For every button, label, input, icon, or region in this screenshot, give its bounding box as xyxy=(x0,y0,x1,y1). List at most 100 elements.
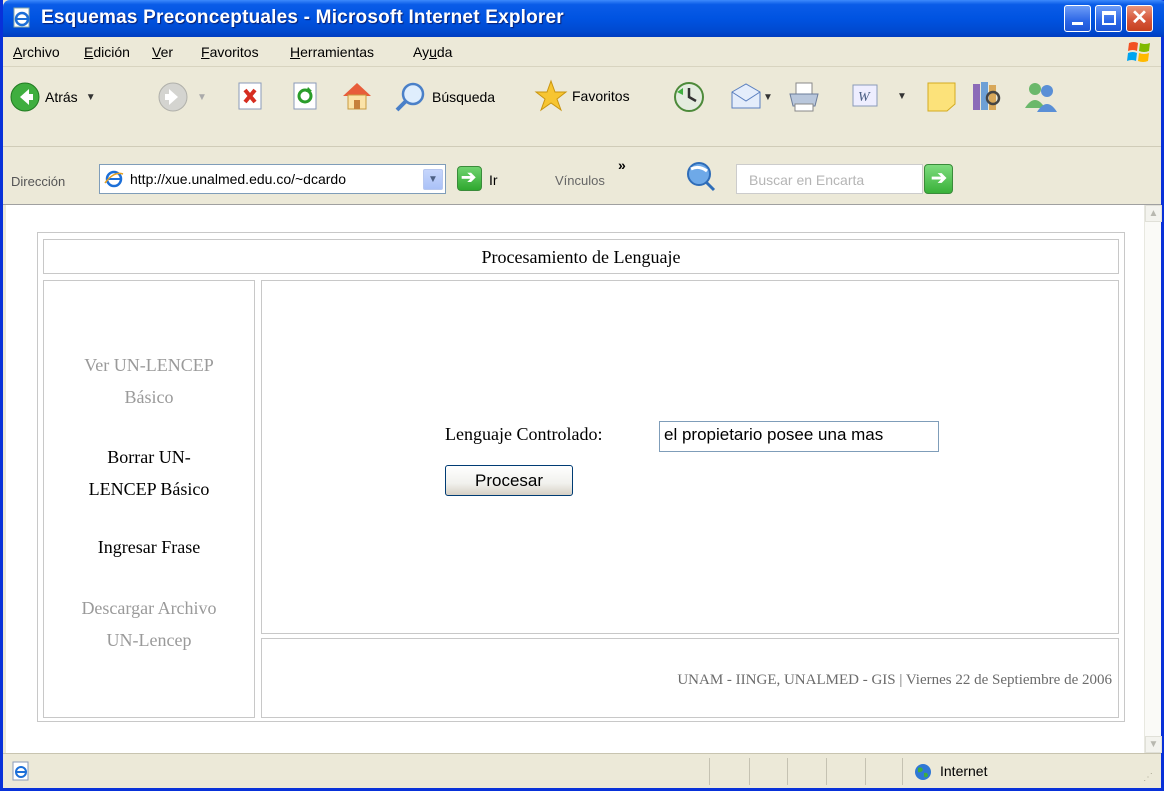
messenger-button[interactable] xyxy=(1023,80,1059,114)
home-icon xyxy=(343,83,371,110)
menu-herramientas[interactable]: Herramientas xyxy=(290,44,374,60)
stop-icon xyxy=(238,82,262,110)
menu-archivo-label: Archivo xyxy=(13,44,60,60)
security-zone-label: Internet xyxy=(940,763,988,779)
internet-globe-icon xyxy=(915,764,931,780)
search-label: Búsqueda xyxy=(432,89,496,105)
sidebar-link-ver-unlencep[interactable]: Ver UN-LENCEP Básico xyxy=(44,349,254,413)
links-label[interactable]: Vínculos xyxy=(555,173,605,188)
go-arrow-icon: ➔ xyxy=(461,167,477,187)
encarta-go-button[interactable]: ➔ xyxy=(924,164,953,194)
print-button[interactable] xyxy=(787,80,821,114)
page-title: Procesamiento de Lenguaje xyxy=(481,247,681,267)
sidebar-link-descargar-archivo[interactable]: Descargar Archivo UN-Lencep xyxy=(44,592,254,656)
sidebar-link-line: Borrar UN- xyxy=(107,447,191,467)
menu-ver[interactable]: Ver xyxy=(152,44,173,60)
print-icon xyxy=(789,82,819,112)
go-arrow-icon: ➔ xyxy=(931,168,947,189)
controlled-language-label: Lenguaje Controlado: xyxy=(445,424,603,444)
status-bar: Internet ⋰ xyxy=(3,753,1161,788)
menu-ayuda[interactable]: Ayuda xyxy=(413,44,452,60)
go-button[interactable]: ➔ xyxy=(457,166,482,191)
close-icon: ✕ xyxy=(1131,7,1148,29)
sidebar-link-ingresar-frase[interactable]: Ingresar Frase xyxy=(44,531,254,563)
back-button[interactable]: Atrás ▼ xyxy=(9,81,96,113)
sidebar-link-line: Ingresar Frase xyxy=(97,537,201,557)
vertical-scrollbar[interactable]: ▲ ▼ xyxy=(1144,205,1162,753)
menu-edicion-label: Edición xyxy=(84,44,130,60)
title-bar: Esquemas Preconceptuales - Microsoft Int… xyxy=(3,0,1164,37)
encarta-icon[interactable] xyxy=(683,159,717,193)
maximize-icon xyxy=(1102,11,1116,25)
scroll-down-icon[interactable]: ▼ xyxy=(1145,736,1162,753)
address-label: Dirección xyxy=(11,174,66,189)
messenger-icon xyxy=(1025,83,1057,112)
discuss-button[interactable] xyxy=(925,80,959,114)
home-button[interactable] xyxy=(339,78,375,114)
sidebar-link-line: UN-Lencep xyxy=(106,630,192,650)
minimize-button[interactable] xyxy=(1064,5,1091,32)
edit-word-button[interactable]: W ▼ xyxy=(851,83,907,109)
process-button[interactable]: Procesar xyxy=(445,465,573,496)
menu-herramientas-label: Herramientas xyxy=(290,44,375,60)
back-label: Atrás xyxy=(45,89,78,105)
page-header-cell: Procesamiento de Lenguaje xyxy=(43,239,1119,274)
scroll-up-icon[interactable]: ▲ xyxy=(1145,205,1162,222)
page-content: Procesamiento de Lenguaje Ver UN-LENCEP … xyxy=(6,205,1145,753)
address-bar: Dirección http://xue.unalmed.edu.co/~dca… xyxy=(3,147,1161,205)
search-button[interactable]: Búsqueda xyxy=(394,80,495,114)
status-divider xyxy=(826,758,827,785)
status-divider xyxy=(865,758,866,785)
forward-button[interactable]: ▼ xyxy=(157,81,207,113)
maximize-button[interactable] xyxy=(1095,5,1122,32)
refresh-button[interactable] xyxy=(290,81,320,111)
edit-dropdown-icon[interactable]: ▼ xyxy=(897,91,907,102)
favorites-star-icon xyxy=(534,79,568,112)
ie-page-icon xyxy=(13,7,30,28)
standard-toolbar: Atrás ▼ ▼ Búsqueda Favoritos ▼ W ▼ xyxy=(3,68,1161,147)
close-button[interactable]: ✕ xyxy=(1126,5,1153,32)
research-button[interactable] xyxy=(969,78,1005,114)
notes-icon xyxy=(927,82,956,112)
browser-window: Esquemas Preconceptuales - Microsoft Int… xyxy=(0,0,1164,791)
links-chevron-icon[interactable]: » xyxy=(618,157,626,173)
go-label[interactable]: Ir xyxy=(489,172,498,188)
windows-logo-icon xyxy=(1127,42,1150,62)
stop-button[interactable] xyxy=(235,81,265,111)
sidebar-link-line: Básico xyxy=(124,387,174,407)
back-dropdown-icon[interactable]: ▼ xyxy=(86,92,96,103)
forward-dropdown-icon[interactable]: ▼ xyxy=(197,92,207,103)
mail-dropdown-icon[interactable]: ▼ xyxy=(763,92,773,103)
menu-favoritos-label: Favoritos xyxy=(201,44,259,60)
refresh-icon xyxy=(293,82,317,110)
resize-grip-icon[interactable]: ⋰ xyxy=(1143,772,1153,783)
forward-arrow-icon xyxy=(158,82,188,112)
menu-archivo[interactable]: Archivo xyxy=(13,44,60,60)
encarta-placeholder: Buscar en Encarta xyxy=(749,172,865,188)
menu-edicion[interactable]: Edición xyxy=(84,44,130,60)
layout-table: Procesamiento de Lenguaje Ver UN-LENCEP … xyxy=(37,232,1125,722)
mail-icon xyxy=(731,83,761,109)
sidebar-link-borrar-unlencep[interactable]: Borrar UN- LENCEP Básico xyxy=(44,441,254,505)
menu-favoritos[interactable]: Favoritos xyxy=(201,44,259,60)
address-url: http://xue.unalmed.edu.co/~dcardo xyxy=(130,171,346,187)
status-divider xyxy=(787,758,788,785)
minimize-icon xyxy=(1072,22,1083,25)
address-dropdown-icon[interactable]: ▼ xyxy=(423,169,443,190)
favorites-button[interactable]: Favoritos xyxy=(534,79,630,113)
mail-button[interactable]: ▼ xyxy=(729,80,773,114)
footer-cell: UNAM - IINGE, UNALMED - GIS | Viernes 22… xyxy=(261,638,1119,718)
ie-page-icon xyxy=(104,170,124,188)
encarta-search-input[interactable]: Buscar en Encarta xyxy=(736,164,923,194)
status-divider xyxy=(902,758,903,785)
controlled-language-input[interactable]: el propietario posee una mas xyxy=(659,421,939,452)
footer-text: UNAM - IINGE, UNALMED - GIS | Viernes 22… xyxy=(677,672,1112,688)
history-button[interactable] xyxy=(672,80,706,114)
menu-ayuda-label: Ayuda xyxy=(413,44,453,60)
address-field[interactable]: http://xue.unalmed.edu.co/~dcardo ▼ xyxy=(99,164,446,194)
window-title: Esquemas Preconceptuales - Microsoft Int… xyxy=(41,7,564,28)
svg-text:W: W xyxy=(858,90,871,105)
word-icon: W xyxy=(852,84,878,107)
main-form-cell: Lenguaje Controlado: el propietario pose… xyxy=(261,280,1119,634)
menu-bar: Archivo Edición Ver Favoritos Herramient… xyxy=(3,37,1161,67)
